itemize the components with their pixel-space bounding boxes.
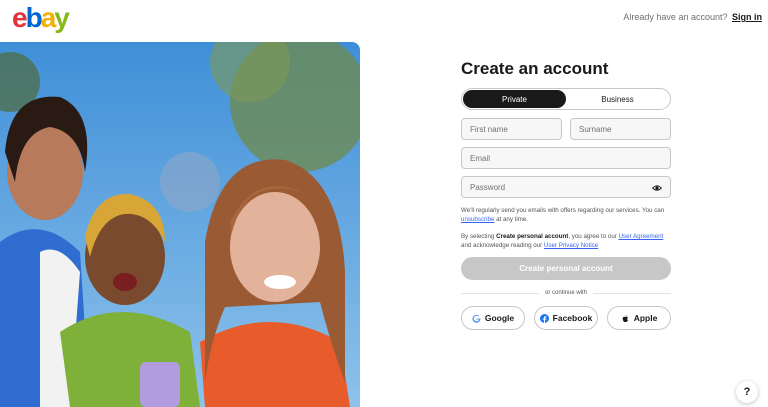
create-account-button[interactable]: Create personal account (461, 257, 671, 280)
social-login-buttons: Google Facebook Apple (461, 306, 671, 330)
facebook-label: Facebook (552, 313, 593, 323)
logo-letter-a: a (40, 2, 57, 33)
email-note-text: We'll regularly send you emails with off… (461, 207, 665, 214)
agreement-prefix: By selecting (461, 233, 495, 240)
unsubscribe-link[interactable]: unsubscribe (461, 216, 494, 223)
facebook-button[interactable]: Facebook (534, 306, 598, 330)
apple-icon (622, 314, 628, 322)
user-agreement-link[interactable]: User Agreement (619, 233, 664, 240)
privacy-notice-link[interactable]: User Privacy Notice (544, 242, 598, 249)
logo-letter-b: b (25, 2, 43, 33)
agreement-note: By selecting Create personal account, yo… (461, 232, 671, 250)
logo-letter-e: e (12, 2, 28, 33)
tab-business[interactable]: Business (566, 90, 669, 108)
surname-placeholder: Surname (579, 124, 612, 134)
email-field[interactable]: Email (461, 147, 671, 169)
first-name-placeholder: First name (470, 124, 508, 134)
email-placeholder: Email (470, 153, 491, 163)
divider-text: or continue with (544, 290, 588, 296)
email-note-end: at any time. (496, 216, 529, 223)
surname-field[interactable]: Surname (570, 118, 671, 140)
password-field[interactable]: Password (461, 176, 671, 198)
hero-photo (0, 42, 360, 407)
signin-prompt-text: Already have an account? (623, 12, 728, 22)
apple-label: Apple (633, 313, 658, 323)
google-button[interactable]: Google (461, 306, 525, 330)
account-type-toggle: Private Business (461, 88, 671, 110)
eye-icon[interactable] (652, 183, 662, 193)
signin-link[interactable]: Sign in (732, 12, 762, 22)
google-icon (472, 314, 481, 323)
logo-letter-y: y (54, 2, 70, 33)
agreement-and: and acknowledge reading our (461, 242, 543, 249)
email-consent-note: We'll regularly send you emails with off… (461, 206, 671, 224)
agreement-mid: , you agree to our (568, 233, 617, 240)
first-name-field[interactable]: First name (461, 118, 562, 140)
facebook-icon (539, 313, 549, 323)
social-divider: or continue with (461, 290, 671, 296)
apple-button[interactable]: Apple (607, 306, 671, 330)
google-label: Google (484, 313, 515, 323)
help-button[interactable]: ? (736, 381, 758, 403)
agreement-bold: Create personal account (496, 233, 569, 240)
ebay-logo[interactable]: ebay (12, 2, 70, 34)
signup-form: Create an account Private Business First… (461, 58, 671, 330)
hero-illustration (0, 42, 360, 407)
tab-private[interactable]: Private (463, 90, 566, 108)
signin-prompt: Already have an account? Sign in (623, 12, 762, 22)
page-title: Create an account (461, 59, 609, 78)
password-placeholder: Password (470, 182, 506, 192)
